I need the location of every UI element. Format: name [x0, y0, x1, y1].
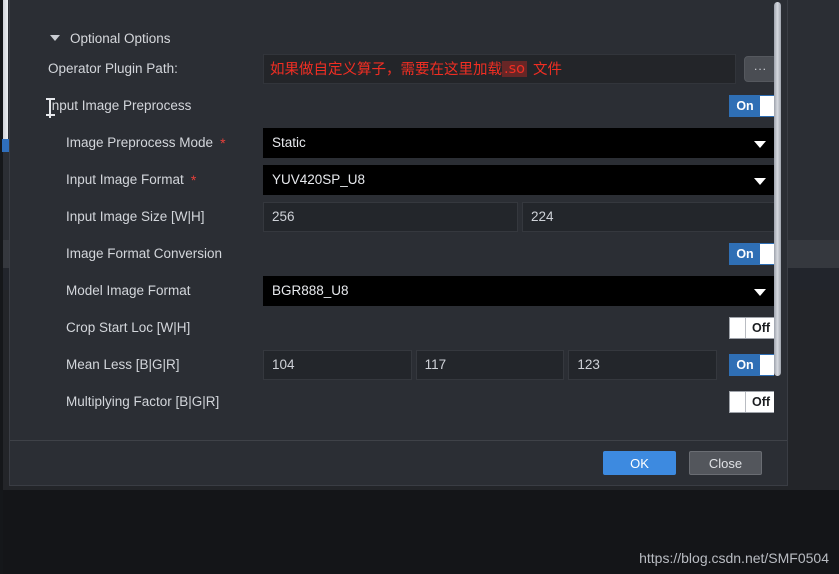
label-crop-start-loc: Crop Start Loc [W|H]: [66, 320, 191, 335]
mean-less-r-field[interactable]: 123: [568, 349, 718, 380]
operator-plugin-path-input[interactable]: 如果做自定义算子，需要在这里加载 .so 文件: [263, 53, 736, 84]
toggle-wrap-crop-start-loc: Off: [729, 316, 777, 339]
toggle-wrap-multiplying-factor: Off: [729, 390, 777, 413]
plugin-path-hint-selected: .so: [502, 60, 528, 77]
chevron-down-icon: [754, 177, 766, 185]
input-image-width-field[interactable]: 256: [263, 201, 518, 232]
browse-button[interactable]: ...: [744, 55, 777, 82]
dialog-scroll-area: Optional Options Operator Plugin Path: 如…: [10, 0, 787, 441]
screen: Optional Options Operator Plugin Path: 如…: [0, 0, 839, 574]
dialog-footer: OK Close: [10, 441, 787, 485]
background-scrollbar-thumb[interactable]: [2, 139, 9, 152]
plugin-path-hint-prefix: 如果做自定义算子，需要在这里加载: [270, 62, 502, 78]
watermark-text: https://blog.csdn.net/SMF0504: [639, 550, 829, 566]
toggle-wrap-input-image-preprocess: On: [729, 94, 777, 117]
field-group-model-image-format: BGR888_U8: [263, 275, 777, 306]
toggle-image-format-conversion[interactable]: On: [729, 242, 777, 265]
mean-less-g-field[interactable]: 117: [415, 349, 565, 380]
row-image-preprocess-mode: Image Preprocess Mode * Static: [10, 124, 787, 161]
toggle-crop-start-loc[interactable]: Off: [729, 316, 777, 339]
mean-less-b-field[interactable]: 104: [263, 349, 412, 380]
close-button[interactable]: Close: [689, 451, 762, 475]
image-preprocess-mode-select[interactable]: Static: [263, 127, 777, 158]
text-cursor-icon: [46, 98, 55, 118]
field-group-input-image-format: YUV420SP_U8: [263, 164, 777, 195]
row-model-image-format: Model Image Format BGR888_U8: [10, 272, 787, 309]
row-input-image-format: Input Image Format * YUV420SP_U8: [10, 161, 787, 198]
field-group-image-preprocess-mode: Static: [263, 127, 777, 158]
selected-value: Static: [272, 135, 306, 150]
toggle-knob: [730, 317, 746, 338]
label-multiplying-factor: Multiplying Factor [B|G|R]: [66, 394, 220, 409]
toggle-label: Off: [746, 391, 776, 412]
dialog-scrollbar-thumb[interactable]: [774, 2, 781, 376]
input-image-height-field[interactable]: 224: [522, 201, 777, 232]
row-mean-less: Mean Less [B|G|R] 104 117 123 On: [10, 346, 787, 383]
chevron-down-icon: [754, 288, 766, 296]
label-image-preprocess-mode: Image Preprocess Mode *: [66, 135, 226, 150]
chevron-down-icon: [50, 35, 60, 41]
field-group-operator-plugin-path: 如果做自定义算子，需要在这里加载 .so 文件 ...: [263, 53, 777, 84]
label-input-image-preprocess: Input Image Preprocess: [48, 98, 192, 113]
label-mean-less: Mean Less [B|G|R]: [66, 357, 180, 372]
field-group-input-image-size: 256 224: [263, 201, 777, 232]
section-header-optional-options[interactable]: Optional Options: [10, 26, 787, 50]
chevron-down-icon: [754, 140, 766, 148]
plugin-path-hint-suffix: 文件: [533, 62, 563, 78]
toggle-input-image-preprocess[interactable]: On: [729, 94, 777, 117]
section-header-label: Optional Options: [70, 30, 171, 46]
row-image-format-conversion: Image Format Conversion On: [10, 235, 787, 272]
background-scrollbar[interactable]: [3, 0, 8, 147]
label-input-image-size: Input Image Size [W|H]: [66, 209, 205, 224]
row-input-image-preprocess: Input Image Preprocess On: [10, 87, 787, 124]
selected-value: YUV420SP_U8: [272, 172, 366, 187]
toggle-wrap-image-format-conversion: On: [729, 242, 777, 265]
label-model-image-format: Model Image Format: [66, 283, 191, 298]
label-image-format-conversion: Image Format Conversion: [66, 246, 223, 261]
optional-options-dialog: Optional Options Operator Plugin Path: 如…: [9, 0, 788, 486]
selected-value: BGR888_U8: [272, 283, 349, 298]
row-multiplying-factor: Multiplying Factor [B|G|R] Off: [10, 383, 787, 420]
toggle-knob: [730, 391, 746, 412]
row-operator-plugin-path: Operator Plugin Path: 如果做自定义算子，需要在这里加载 .…: [10, 50, 787, 87]
label-text: Input Image Format: [66, 172, 184, 187]
toggle-label: On: [730, 243, 760, 264]
required-asterisk-icon: *: [190, 171, 197, 188]
ok-button[interactable]: OK: [603, 451, 676, 475]
row-crop-start-loc: Crop Start Loc [W|H] Off: [10, 309, 787, 346]
toggle-multiplying-factor[interactable]: Off: [729, 390, 777, 413]
label-operator-plugin-path: Operator Plugin Path:: [48, 61, 178, 76]
field-group-mean-less: 104 117 123: [263, 349, 718, 380]
row-input-image-size: Input Image Size [W|H] 256 224: [10, 198, 787, 235]
required-asterisk-icon: *: [220, 134, 226, 151]
input-image-format-select[interactable]: YUV420SP_U8: [263, 164, 777, 195]
dialog-form: Optional Options Operator Plugin Path: 如…: [10, 0, 787, 420]
label-input-image-format: Input Image Format *: [66, 172, 196, 187]
toggle-mean-less[interactable]: On: [729, 353, 777, 376]
model-image-format-select[interactable]: BGR888_U8: [263, 275, 777, 306]
toggle-wrap-mean-less: On: [729, 353, 777, 376]
toggle-label: On: [730, 95, 760, 116]
label-text: Image Preprocess Mode: [66, 135, 214, 150]
toggle-label: Off: [746, 317, 776, 338]
toggle-label: On: [730, 354, 760, 375]
dialog-scrollbar[interactable]: [774, 2, 781, 439]
